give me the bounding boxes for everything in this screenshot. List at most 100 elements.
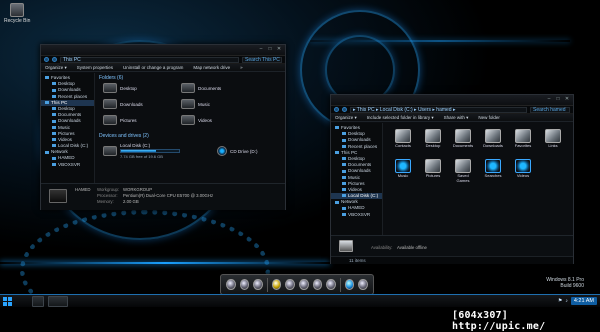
folder-item-label: Music — [397, 173, 409, 178]
dock-item-blue[interactable] — [344, 279, 355, 290]
folder-documents[interactable]: Documents — [181, 83, 221, 93]
start-button[interactable] — [3, 297, 12, 306]
folder-icon — [515, 129, 531, 143]
folder-item-label: Saved Games — [456, 173, 470, 183]
nav-item-label: Network — [341, 199, 358, 205]
folder-icon — [342, 157, 346, 161]
folder-item[interactable]: Documents — [451, 129, 475, 148]
flag-icon[interactable]: ⚑ — [558, 298, 562, 304]
content-pane: Folders (6) Desktop Documents Downloads … — [97, 73, 285, 183]
close-button[interactable]: ✕ — [276, 47, 282, 52]
os-build: Build 9600 — [560, 283, 584, 289]
address-path[interactable]: ▸ This PC ▸ Local Disk (C:) ▸ Users ▸ ha… — [350, 106, 527, 113]
dock-item-settings[interactable] — [312, 279, 323, 290]
nav-item-label: Pictures — [348, 180, 365, 186]
folder-icon — [103, 99, 117, 109]
window-titlebar[interactable]: – □ ✕ — [41, 45, 285, 55]
recycle-bin-desktop-icon[interactable]: Recycle Bin — [4, 3, 30, 24]
toolbar-new-folder[interactable]: New folder — [478, 115, 500, 120]
nav-item-label: Network — [51, 149, 68, 155]
folder-item-label: Downloads — [483, 143, 503, 148]
back-icon[interactable] — [334, 107, 339, 112]
address-path[interactable]: This PC — [60, 56, 239, 63]
folder-item[interactable]: Videos — [511, 159, 535, 178]
processor-value: Pentium(R) Dual-Core CPU E5700 @ 3.00GHz — [123, 193, 214, 198]
folder-icon — [425, 129, 441, 143]
dock-item-system[interactable] — [253, 279, 263, 290]
maximize-button[interactable]: □ — [555, 97, 561, 102]
folder-item[interactable]: Desktop — [421, 129, 445, 148]
window-titlebar[interactable]: – □ ✕ — [331, 95, 573, 105]
folder-item[interactable]: Pictures — [421, 159, 445, 178]
drive-d[interactable]: CD Drive (D:) — [217, 146, 258, 156]
nav-item-label: This PC — [341, 149, 358, 155]
toolbar-map-drive[interactable]: Map network drive — [193, 65, 230, 70]
maximize-button[interactable]: □ — [267, 47, 273, 52]
folder-item-label: Searches — [484, 173, 502, 178]
forward-icon[interactable] — [342, 107, 347, 112]
taskbar-item-window[interactable] — [48, 296, 68, 307]
dock-item-images[interactable] — [298, 279, 309, 290]
recycle-bin-label: Recycle Bin — [4, 18, 31, 24]
toolbar-more[interactable]: » — [240, 65, 243, 70]
folder-icon — [335, 126, 339, 130]
volume-icon[interactable]: ♪ — [565, 298, 568, 304]
dock-item-folder[interactable] — [271, 279, 282, 290]
devices-header[interactable]: Devices and drives (2) — [99, 133, 149, 139]
folder-icon — [342, 206, 346, 210]
toolbar-share-with[interactable]: Share with ▾ — [444, 115, 469, 121]
folder-item[interactable]: Downloads — [481, 129, 505, 148]
nav-item[interactable]: VBOXSVR — [331, 212, 382, 218]
folder-desktop[interactable]: Desktop — [103, 83, 137, 93]
address-bar: This PC Search This PC — [41, 55, 285, 64]
folder-music[interactable]: Music — [181, 99, 210, 109]
toolbar-system-properties[interactable]: System properties — [77, 65, 113, 70]
folder-icon — [52, 156, 56, 160]
nav-item-label: Documents — [58, 112, 82, 118]
toolbar-uninstall[interactable]: Uninstall or change a program — [123, 65, 183, 70]
forward-icon[interactable] — [52, 57, 57, 62]
desktop: Recycle Bin – □ ✕ This PC Search This PC… — [0, 0, 600, 307]
dock-item-app[interactable] — [226, 279, 236, 290]
folder-item[interactable]: Favorites — [511, 129, 535, 148]
back-icon[interactable] — [44, 57, 49, 62]
folder-pictures[interactable]: Pictures — [103, 115, 137, 125]
folder-icon — [52, 131, 56, 135]
folder-item[interactable]: Links — [541, 129, 565, 148]
minimize-button[interactable]: – — [258, 47, 264, 52]
dock-item-clock[interactable] — [326, 279, 336, 290]
minimize-button[interactable]: – — [546, 97, 552, 102]
toolbar-organize[interactable]: Organize ▾ — [45, 65, 67, 71]
folder-item[interactable]: Music — [391, 159, 415, 178]
search-input[interactable]: Search hamed — [530, 106, 570, 113]
folder-icon — [45, 150, 49, 154]
nav-item-label: Recent places — [348, 143, 378, 149]
close-button[interactable]: ✕ — [564, 97, 570, 102]
folder-videos[interactable]: Videos — [181, 115, 212, 125]
dock-item-tools[interactable] — [239, 279, 250, 290]
search-input[interactable]: Search This PC — [242, 56, 282, 63]
folders-header[interactable]: Folders (6) — [99, 75, 285, 81]
hard-drive-icon — [103, 146, 117, 156]
toolbar-organize[interactable]: Organize ▾ — [335, 115, 357, 121]
nav-item[interactable]: VBOXSVR — [41, 162, 94, 168]
drive-c[interactable]: Local Disk (C:) 7.74 GB free of 19.6 GB — [103, 143, 180, 159]
nav-item-label: Favorites — [341, 125, 360, 130]
folder-item[interactable]: Saved Games — [451, 159, 475, 183]
folder-label: Documents — [198, 85, 222, 91]
taskbar-item-explorer[interactable] — [32, 296, 44, 307]
dock-item-media[interactable] — [285, 279, 295, 290]
clock[interactable]: 4:21 AM — [570, 297, 597, 305]
folder-item[interactable]: Contacts — [391, 129, 415, 148]
drive-d-label: CD Drive (D:) — [230, 148, 258, 154]
image-host-caption: [604x307] http://upic.me/ — [452, 310, 546, 332]
toolbar-include-library[interactable]: Include selected folder in library ▾ — [367, 115, 434, 121]
this-pc-window[interactable]: – □ ✕ This PC Search This PC Organize ▾ … — [40, 44, 286, 210]
dock-item-trash[interactable] — [358, 279, 368, 290]
dock-separator — [266, 277, 268, 292]
image-host-caption-bar: [604x307] http://upic.me/ — [0, 307, 600, 332]
folder-downloads[interactable]: Downloads — [103, 99, 143, 109]
folder-icon — [181, 99, 195, 109]
user-folder-window[interactable]: – □ ✕ ▸ This PC ▸ Local Disk (C:) ▸ User… — [330, 94, 574, 264]
folder-item[interactable]: Searches — [481, 159, 505, 178]
